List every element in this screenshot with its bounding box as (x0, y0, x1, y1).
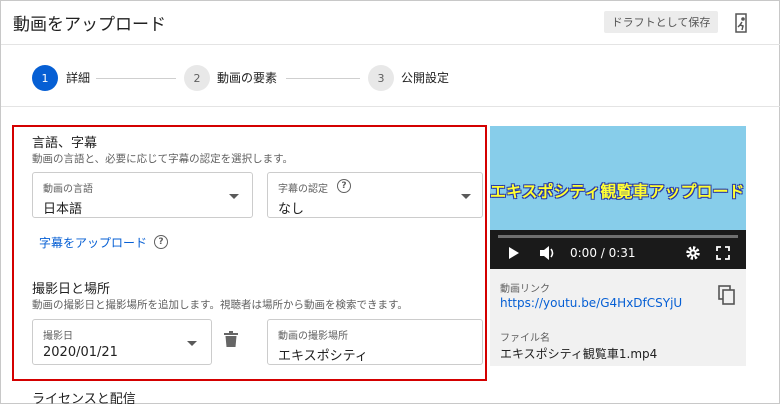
video-language-value: 日本語 (43, 202, 83, 217)
caption-certification-label: 字幕の認定 (278, 184, 328, 195)
video-location-value: エキスポシティ (278, 349, 368, 364)
trash-icon[interactable] (224, 331, 238, 347)
video-location-input[interactable]: 動画の撮影場所 エキスポシティ (267, 319, 483, 365)
volume-icon[interactable] (539, 245, 557, 261)
video-progress-bar[interactable] (498, 235, 738, 238)
chevron-down-icon (461, 194, 471, 199)
dialog-title: 動画をアップロード (13, 15, 166, 35)
license-section-title: ライセンスと配信 (32, 392, 136, 404)
filename-label: ファイル名 (500, 333, 550, 344)
step-connector (96, 78, 176, 79)
caption-certification-value: なし (278, 202, 305, 217)
upload-dialog: 動画をアップロード ドラフトとして保存 1 詳細 2 動画の要素 3 公開設定 … (0, 0, 780, 404)
step-3-circle[interactable]: 3 (368, 65, 394, 91)
recording-date-select[interactable]: 撮影日 2020/01/21 (32, 319, 212, 365)
upload-stepper: 1 詳細 2 動画の要素 3 公開設定 (1, 45, 780, 107)
step-1-circle[interactable]: 1 (32, 65, 58, 91)
tab-video-elements[interactable]: 動画の要素 (217, 69, 277, 86)
tab-visibility[interactable]: 公開設定 (401, 69, 449, 86)
video-location-label: 動画の撮影場所 (278, 331, 348, 342)
video-language-label: 動画の言語 (43, 184, 93, 195)
video-time: 0:00 / 0:31 (570, 246, 636, 260)
upload-captions-link[interactable]: 字幕をアップロード (39, 234, 147, 251)
recording-date-value: 2020/01/21 (43, 345, 118, 360)
step-2-circle[interactable]: 2 (184, 65, 210, 91)
video-link-label: 動画リンク (500, 284, 550, 295)
filename-value: エキスポシティ観覧車1.mp4 (500, 347, 658, 361)
language-section-description: 動画の言語と、必要に応じて字幕の認定を選択します。 (32, 153, 294, 165)
exit-icon[interactable] (734, 13, 750, 33)
video-link[interactable]: https://youtu.be/G4HxDfCSYjU (500, 296, 682, 310)
chevron-down-icon (187, 341, 197, 346)
settings-icon[interactable] (685, 245, 701, 261)
copy-icon[interactable] (718, 285, 736, 305)
fullscreen-icon[interactable] (716, 246, 730, 260)
help-icon[interactable]: ? (154, 235, 168, 249)
video-preview[interactable]: エキスポシティ観覧車アップロード！ 0:00 / 0:31 (490, 126, 746, 269)
save-draft-button[interactable]: ドラフトとして保存 (604, 11, 718, 33)
video-controls: 0:00 / 0:31 (490, 230, 746, 269)
language-section-title: 言語、字幕 (32, 136, 98, 151)
caption-certification-select[interactable]: 字幕の認定 ? なし (267, 172, 483, 218)
help-icon[interactable]: ? (337, 179, 351, 193)
recording-date-label: 撮影日 (43, 331, 73, 342)
step-connector (286, 78, 360, 79)
video-caption: エキスポシティ観覧車アップロード！ (490, 182, 746, 201)
video-info-panel: 動画リンク https://youtu.be/G4HxDfCSYjU ファイル名… (490, 269, 746, 366)
recording-section-description: 動画の撮影日と撮影場所を追加します。視聴者は場所から動画を検索できます。 (32, 299, 408, 311)
chevron-down-icon (229, 194, 239, 199)
play-icon[interactable] (508, 246, 520, 260)
video-language-select[interactable]: 動画の言語 日本語 (32, 172, 253, 218)
tab-details[interactable]: 詳細 (66, 69, 90, 86)
dialog-header: 動画をアップロード ドラフトとして保存 (1, 1, 780, 45)
recording-section-title: 撮影日と場所 (32, 282, 111, 297)
